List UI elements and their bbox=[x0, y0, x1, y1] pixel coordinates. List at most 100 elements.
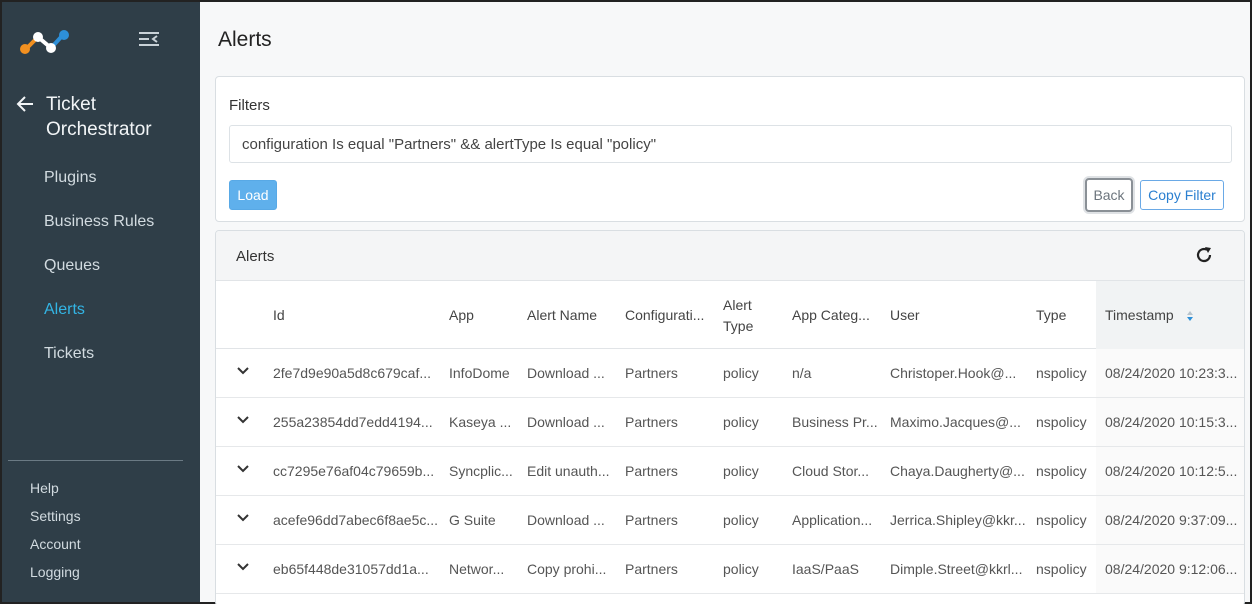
sidebar-item-queues[interactable]: Queues bbox=[2, 244, 200, 288]
cell-app-category: n/a bbox=[792, 365, 812, 381]
cell-id: eb65f448de31057dd1a... bbox=[273, 561, 429, 577]
refresh-icon[interactable] bbox=[1194, 245, 1214, 265]
page-title: Alerts bbox=[218, 28, 272, 51]
section-title: Ticket Orchestrator bbox=[46, 92, 152, 142]
cell-id: acefe96dd7abec6f8ae5c... bbox=[273, 512, 438, 528]
column-header-app[interactable]: App bbox=[449, 306, 474, 324]
column-header-alert-name[interactable]: Alert Name bbox=[527, 306, 597, 324]
column-header-configuration[interactable]: Configurati... bbox=[625, 306, 704, 324]
cell-alert-type: policy bbox=[723, 512, 759, 528]
cell-type: nspolicy bbox=[1036, 512, 1087, 528]
cell-app: Kaseya ... bbox=[449, 414, 512, 430]
cell-configuration: Partners bbox=[625, 463, 678, 479]
sidebar-bottom-links: Help Settings Account Logging bbox=[2, 474, 200, 586]
cell-alert-name: Download ... bbox=[527, 365, 605, 381]
filters-label: Filters bbox=[229, 97, 270, 114]
help-link[interactable]: Help bbox=[2, 474, 200, 502]
logging-link[interactable]: Logging bbox=[2, 558, 200, 586]
cell-app: Syncplic... bbox=[449, 463, 513, 479]
sort-icon[interactable] bbox=[1186, 310, 1194, 322]
load-button[interactable]: Load bbox=[229, 180, 277, 210]
table-row[interactable]: acefe96dd7abec6f8ae5c... G Suite Download … bbox=[216, 496, 1244, 545]
sidebar-item-business-rules[interactable]: Business Rules bbox=[2, 200, 200, 244]
cell-type: nspolicy bbox=[1036, 414, 1087, 430]
sidebar-nav: Plugins Business Rules Queues Alerts Tic… bbox=[2, 156, 200, 376]
section-title-line2: Orchestrator bbox=[46, 119, 152, 140]
alerts-title: Alerts bbox=[236, 248, 275, 265]
chevron-down-icon[interactable] bbox=[236, 366, 250, 376]
column-header-id[interactable]: Id bbox=[273, 306, 285, 324]
table-row[interactable]: cc7295e76af04c79659b... Syncplic... Edit u… bbox=[216, 447, 1244, 496]
chevron-down-icon[interactable] bbox=[236, 464, 250, 474]
cell-configuration: Partners bbox=[625, 512, 678, 528]
section-title-line1: Ticket bbox=[46, 94, 96, 115]
cell-app: Networ... bbox=[449, 561, 505, 577]
cell-app-category: Application... bbox=[792, 512, 873, 528]
cell-alert-type: policy bbox=[723, 414, 759, 430]
back-button[interactable]: Back bbox=[1085, 178, 1133, 212]
cell-type: nspolicy bbox=[1036, 561, 1087, 577]
cell-alert-name: Copy prohi... bbox=[527, 561, 607, 577]
collapse-menu-icon[interactable] bbox=[138, 30, 160, 48]
column-header-alert-type-line2: Type bbox=[723, 318, 754, 334]
cell-alert-name: Edit unauth... bbox=[527, 463, 610, 479]
cell-timestamp: 08/24/2020 9:12:06... bbox=[1105, 561, 1238, 577]
column-header-app-category[interactable]: App Categ... bbox=[792, 306, 870, 324]
back-arrow-icon[interactable] bbox=[16, 95, 34, 113]
sidebar-divider bbox=[8, 460, 183, 461]
column-header-user[interactable]: User bbox=[890, 306, 920, 324]
cell-timestamp: 08/24/2020 10:15:3... bbox=[1105, 414, 1238, 430]
cell-user: Chaya.Daugherty@... bbox=[890, 463, 1025, 479]
cell-id: cc7295e76af04c79659b... bbox=[273, 463, 435, 479]
section-header: Ticket Orchestrator bbox=[16, 92, 152, 142]
cell-alert-type: policy bbox=[723, 365, 759, 381]
chevron-down-icon[interactable] bbox=[236, 562, 250, 572]
sidebar: Ticket Orchestrator Plugins Business Rul… bbox=[2, 2, 200, 602]
cell-alert-type: policy bbox=[723, 561, 759, 577]
column-header-alert-type-line1: Alert bbox=[723, 297, 752, 313]
cell-timestamp: 08/24/2020 9:37:09... bbox=[1105, 512, 1238, 528]
sidebar-item-plugins[interactable]: Plugins bbox=[2, 156, 200, 200]
table-row[interactable]: eb65f448de31057dd1a... Networ... Copy proh… bbox=[216, 545, 1244, 594]
sidebar-item-tickets[interactable]: Tickets bbox=[2, 332, 200, 376]
alerts-header: Alerts bbox=[216, 231, 1244, 281]
cell-alert-name: Download ... bbox=[527, 512, 605, 528]
cell-type: nspolicy bbox=[1036, 463, 1087, 479]
alerts-card: Alerts Id App Alert Name Configurati... … bbox=[215, 230, 1245, 604]
sidebar-item-alerts[interactable]: Alerts bbox=[2, 288, 200, 332]
table-row[interactable]: 2fe7d9e90a5d8c679caf... InfoDome Download … bbox=[216, 349, 1244, 398]
settings-link[interactable]: Settings bbox=[2, 502, 200, 530]
cell-user: Dimple.Street@kkrl... bbox=[890, 561, 1023, 577]
column-header-timestamp-label: Timestamp bbox=[1105, 307, 1174, 323]
cell-id: 255a23854dd7edd4194... bbox=[273, 414, 433, 430]
main-content: Alerts Filters Load Back Copy Filter Ale… bbox=[200, 2, 1250, 604]
table-header: Id App Alert Name Configurati... Alert T… bbox=[216, 281, 1244, 349]
cell-app-category: IaaS/PaaS bbox=[792, 561, 859, 577]
copy-filter-button[interactable]: Copy Filter bbox=[1140, 180, 1224, 210]
cell-timestamp: 08/24/2020 10:23:3... bbox=[1105, 365, 1238, 381]
cell-alert-name: Download ... bbox=[527, 414, 605, 430]
cell-configuration: Partners bbox=[625, 561, 678, 577]
cell-id: 2fe7d9e90a5d8c679caf... bbox=[273, 365, 432, 381]
chevron-down-icon[interactable] bbox=[236, 513, 250, 523]
filters-card: Filters Load Back Copy Filter bbox=[215, 76, 1245, 222]
cell-app-category: Cloud Stor... bbox=[792, 463, 870, 479]
chevron-down-icon[interactable] bbox=[236, 415, 250, 425]
cell-user: Maximo.Jacques@... bbox=[890, 414, 1021, 430]
cell-user: Christoper.Hook@... bbox=[890, 365, 1017, 381]
cell-type: nspolicy bbox=[1036, 365, 1087, 381]
column-header-alert-type[interactable]: Alert Type bbox=[723, 296, 753, 335]
column-header-type[interactable]: Type bbox=[1036, 306, 1066, 324]
cell-user: Jerrica.Shipley@kkr... bbox=[890, 512, 1026, 528]
cell-app: G Suite bbox=[449, 512, 496, 528]
cell-timestamp: 08/24/2020 10:12:5... bbox=[1105, 463, 1238, 479]
cell-app-category: Business Pr... bbox=[792, 414, 878, 430]
filter-input[interactable] bbox=[229, 125, 1232, 163]
table-row[interactable]: 255a23854dd7edd4194... Kaseya ... Download… bbox=[216, 398, 1244, 447]
cell-app: InfoDome bbox=[449, 365, 510, 381]
account-link[interactable]: Account bbox=[2, 530, 200, 558]
cell-alert-type: policy bbox=[723, 463, 759, 479]
column-header-timestamp[interactable]: Timestamp bbox=[1105, 306, 1194, 324]
logo-icon[interactable] bbox=[18, 28, 70, 56]
cell-configuration: Partners bbox=[625, 365, 678, 381]
